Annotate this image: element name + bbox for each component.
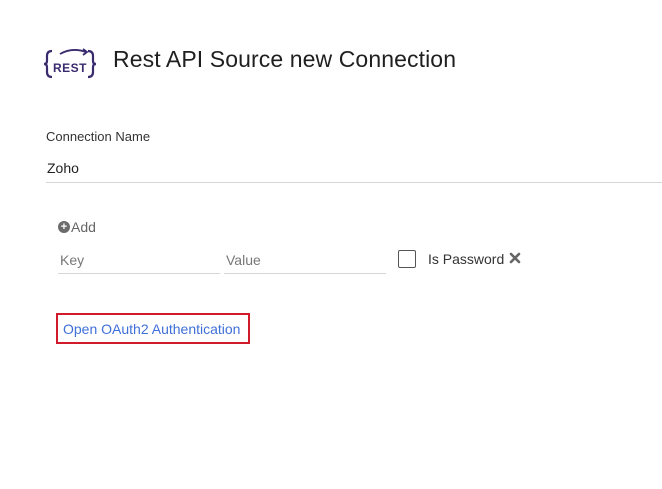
is-password-label: Is Password	[428, 251, 505, 267]
plus-circle-icon: +	[58, 221, 70, 233]
connection-name-label: Connection Name	[46, 129, 151, 144]
add-parameter-button[interactable]: + Add	[58, 219, 96, 235]
rest-logo: REST	[43, 48, 97, 79]
add-label: Add	[71, 219, 96, 235]
remove-parameter-icon[interactable]	[509, 252, 521, 265]
key-input[interactable]	[58, 246, 220, 274]
is-password-checkbox[interactable]	[398, 250, 416, 268]
page: REST Rest API Source new Connection Conn…	[0, 0, 662, 489]
value-input[interactable]	[224, 246, 386, 274]
open-oauth2-link[interactable]: Open OAuth2 Authentication	[63, 321, 240, 337]
connection-name-input[interactable]	[46, 154, 662, 183]
logo-text: REST	[53, 61, 87, 75]
close-icon	[509, 252, 521, 264]
page-title: Rest API Source new Connection	[113, 46, 457, 72]
